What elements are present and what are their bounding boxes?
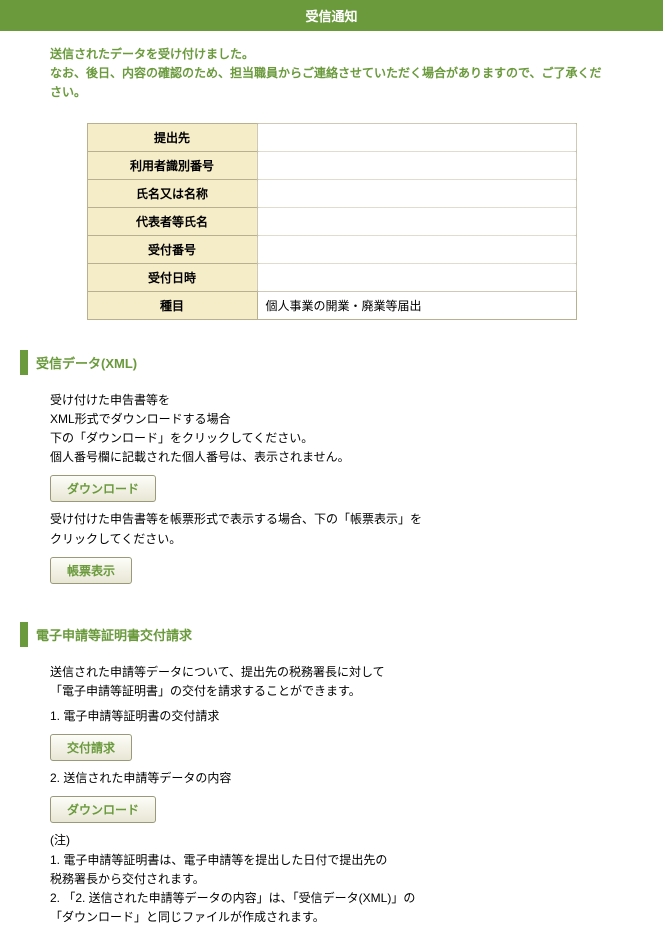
note-line: 「ダウンロード」と同じファイルが作成されます。 bbox=[50, 908, 663, 927]
table-label: 受付日時 bbox=[87, 263, 257, 291]
download-xml-button[interactable]: ダウンロード bbox=[50, 475, 156, 502]
xml-text-line: 個人番号欄に記載された個人番号は、表示されません。 bbox=[50, 448, 663, 467]
download-cert-button[interactable]: ダウンロード bbox=[50, 796, 156, 823]
reception-table: 提出先 利用者識別番号 氏名又は名称 代表者等氏名 受付番号 受付日時 種目 個… bbox=[87, 123, 577, 320]
section-xml-title: 受信データ(XML) bbox=[20, 350, 663, 375]
table-row: 提出先 bbox=[87, 123, 576, 151]
note-line: 1. 電子申請等証明書は、電子申請等を提出した日付で提出先の bbox=[50, 851, 663, 870]
intro-line1: 送信されたデータを受け付けました。 bbox=[50, 45, 613, 64]
section-xml-body: 受け付けた申告書等を XML形式でダウンロードする場合 下の「ダウンロード」をク… bbox=[0, 391, 663, 602]
cert-text-line: 「電子申請等証明書」の交付を請求することができます。 bbox=[50, 682, 663, 701]
page-title: 受信通知 bbox=[305, 9, 357, 24]
table-value bbox=[257, 263, 576, 291]
cert-item1: 1. 電子申請等証明書の交付請求 bbox=[50, 707, 663, 726]
table-row: 氏名又は名称 bbox=[87, 179, 576, 207]
note-head: (注) bbox=[50, 831, 663, 850]
table-label: 種目 bbox=[87, 291, 257, 319]
table-label: 利用者識別番号 bbox=[87, 151, 257, 179]
intro-block: 送信されたデータを受け付けました。 なお、後日、内容の確認のため、担当職員からご… bbox=[0, 31, 663, 123]
table-label: 受付番号 bbox=[87, 235, 257, 263]
table-label: 氏名又は名称 bbox=[87, 179, 257, 207]
note-line: 税務署長から交付されます。 bbox=[50, 870, 663, 889]
table-value bbox=[257, 123, 576, 151]
table-row: 代表者等氏名 bbox=[87, 207, 576, 235]
display-form-button[interactable]: 帳票表示 bbox=[50, 557, 132, 584]
table-row: 受付番号 bbox=[87, 235, 576, 263]
section-cert-body: 送信された申請等データについて、提出先の税務署長に対して 「電子申請等証明書」の… bbox=[0, 663, 663, 937]
table-value bbox=[257, 235, 576, 263]
intro-line2: なお、後日、内容の確認のため、担当職員からご連絡させていただく場合がありますので… bbox=[50, 64, 613, 102]
table-value bbox=[257, 151, 576, 179]
page-header: 受信通知 bbox=[0, 0, 663, 31]
xml-text2-line: 受け付けた申告書等を帳票形式で表示する場合、下の「帳票表示」を bbox=[50, 510, 663, 529]
table-value bbox=[257, 207, 576, 235]
table-label: 代表者等氏名 bbox=[87, 207, 257, 235]
table-value: 個人事業の開業・廃業等届出 bbox=[257, 291, 576, 319]
section-cert-title: 電子申請等証明書交付請求 bbox=[20, 622, 663, 647]
cert-text-line: 送信された申請等データについて、提出先の税務署長に対して bbox=[50, 663, 663, 682]
xml-text-line: XML形式でダウンロードする場合 bbox=[50, 410, 663, 429]
cert-item2: 2. 送信された申請等データの内容 bbox=[50, 769, 663, 788]
note-line: 2. 「2. 送信された申請等データの内容」は、「受信データ(XML)」の bbox=[50, 889, 663, 908]
table-row: 種目 個人事業の開業・廃業等届出 bbox=[87, 291, 576, 319]
table-row: 受付日時 bbox=[87, 263, 576, 291]
xml-text2-line: クリックしてください。 bbox=[50, 530, 663, 549]
table-row: 利用者識別番号 bbox=[87, 151, 576, 179]
table-label: 提出先 bbox=[87, 123, 257, 151]
xml-text-line: 下の「ダウンロード」をクリックしてください。 bbox=[50, 429, 663, 448]
xml-text-line: 受け付けた申告書等を bbox=[50, 391, 663, 410]
request-cert-button[interactable]: 交付請求 bbox=[50, 734, 132, 761]
table-value bbox=[257, 179, 576, 207]
